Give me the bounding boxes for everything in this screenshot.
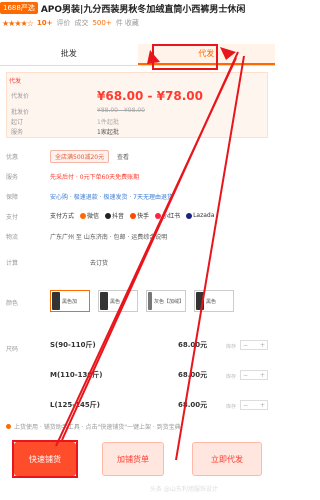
size-price: 68.00元 — [178, 371, 208, 379]
shipping-text[interactable]: 广东广州 至 山东济南 · 包邮 · 运费综合说明 — [50, 232, 167, 241]
product-title: APO男装|九分西装男秋冬加绒直筒小西裤男士休闲 — [40, 4, 246, 15]
guarantee-label: 保障 — [6, 194, 19, 201]
moq-label: 起订 — [11, 119, 24, 126]
payment-method: 微信 — [80, 211, 99, 220]
dropship-now-button[interactable]: 立即代发 — [192, 442, 262, 476]
swatch-label: 黑色加 — [62, 298, 78, 305]
yanxuan-badge: 1688严选 — [0, 2, 38, 14]
sold-count: 500+ — [92, 19, 112, 27]
swatch-thumbnail — [148, 292, 152, 310]
size-row: M(110-130斤) 68.00元 — [50, 368, 270, 382]
sold-label: 成交 — [74, 19, 89, 27]
price-row-label: 代发价 — [11, 93, 30, 100]
stock-label: 库存 — [226, 374, 237, 380]
minus-icon[interactable]: − — [243, 372, 248, 379]
discount-coupon[interactable]: 全店满500减20元 查看 — [50, 150, 129, 163]
purchase-mode-tabs: 批发 代发 — [0, 44, 275, 66]
wholesale-price: ¥88.00 - ¥98.00 — [97, 107, 145, 114]
size-row: S(90-110斤) 68.00元 — [50, 338, 270, 352]
size-price: 68.00元 — [178, 341, 208, 349]
info-icon — [6, 424, 11, 429]
color-label: 颜色 — [6, 300, 19, 307]
stock-label: 库存 — [226, 344, 237, 350]
tab-wholesale[interactable]: 批发 — [0, 44, 138, 65]
size-row: L(125-145斤) 68.00元 — [50, 398, 270, 412]
wholesale-price-label: 批发价 — [11, 109, 30, 116]
pay-later-text[interactable]: 先采后付 · 0元下单60天免费账期 — [50, 172, 139, 181]
swatch-thumbnail — [52, 292, 60, 310]
notice-text[interactable]: 上货使用 · 铺货助手工具 · 点击"快速铺货"一键上架 · 到货宝典 — [14, 422, 181, 431]
service-label: 服务 — [11, 129, 24, 136]
price-tag: 代发 — [9, 78, 22, 85]
order-label: 计算 — [6, 260, 19, 267]
plus-icon[interactable]: + — [260, 342, 265, 349]
size-name: L(125-145斤) — [50, 401, 100, 409]
payment-methods: 支付方式 微信 抖音 快手 小红书 Lazada — [50, 211, 214, 220]
payment-method: 小红书 — [155, 211, 180, 220]
payment-method-label: 抖音 — [112, 213, 125, 220]
payment-method-label: 微信 — [87, 213, 100, 220]
swatch-thumbnail — [196, 292, 204, 310]
shipping-label: 物流 — [6, 234, 19, 241]
color-swatch[interactable]: 黑色加 — [50, 290, 90, 312]
size-name: S(90-110斤) — [50, 341, 96, 349]
service-row-label: 服务 — [6, 174, 19, 181]
guarantee-text[interactable]: 安心购 · 极速退款 · 极速发货 · 7天无理由退货 — [50, 192, 173, 201]
rating-count[interactable]: 10+ — [37, 19, 53, 27]
payment-method-label: 支付方式 — [50, 213, 75, 220]
sold-suffix: 件 收藏 — [115, 19, 139, 27]
swatch-label: 黑色 — [206, 298, 217, 305]
payment-method-label: 小红书 — [162, 213, 181, 220]
size-price: 68.00元 — [178, 401, 208, 409]
color-swatch[interactable]: 黑色 — [194, 290, 234, 312]
minus-icon[interactable]: − — [243, 342, 248, 349]
kuaishou-icon — [130, 212, 137, 219]
price-card: 代发 代发价 ¥68.00 - ¥78.00 批发价 ¥88.00 - ¥98.… — [6, 72, 268, 138]
payment-label: 支付 — [6, 214, 19, 221]
dropship-price: ¥68.00 - ¥78.00 — [97, 89, 203, 103]
color-swatch[interactable]: 灰色【加绒】 — [146, 290, 186, 312]
rating-label: 评价 — [56, 19, 71, 27]
annotation-box-dropship-tab — [152, 44, 218, 70]
service-value: 1家起批 — [97, 129, 119, 136]
add-distribute-list-button[interactable]: 加铺货单 — [102, 442, 164, 476]
stock-label: 库存 — [226, 404, 237, 410]
page: 1688严选 APO男装|九分西装男秋冬加绒直筒小西裤男士休闲 ★★★★☆ 10… — [0, 0, 275, 500]
quantity-stepper[interactable]: − + — [240, 340, 268, 350]
swatch-label: 灰色【加绒】 — [153, 298, 184, 305]
title-row: 1688严选 APO男装|九分西装男秋冬加绒直筒小西裤男士休闲 — [0, 0, 275, 16]
star-rating-icon: ★★★★☆ — [2, 18, 34, 28]
quantity-stepper[interactable]: − + — [240, 370, 268, 380]
plus-icon[interactable]: + — [260, 372, 265, 379]
plus-icon[interactable]: + — [260, 402, 265, 409]
color-swatch[interactable]: 黑色 — [98, 290, 138, 312]
payment-method: 抖音 — [105, 211, 124, 220]
payment-method: 支付方式 — [50, 211, 74, 220]
swatch-thumbnail — [100, 292, 108, 310]
quantity-stepper[interactable]: − + — [240, 400, 268, 410]
color-swatches: 黑色加 黑色 灰色【加绒】 黑色 — [50, 290, 234, 312]
payment-method-label: Lazada — [193, 212, 215, 219]
rating-row: ★★★★☆ 10+ 评价 成交 500+ 件 收藏 — [2, 17, 139, 29]
minus-icon[interactable]: − — [243, 402, 248, 409]
swatch-label: 黑色 — [110, 298, 121, 305]
order-link[interactable]: 去订货 — [90, 258, 108, 267]
dropship-notice: 上货使用 · 铺货助手工具 · 点击"快速铺货"一键上架 · 到货宝典 — [6, 422, 181, 431]
lazada-icon — [186, 212, 193, 219]
size-label: 尺码 — [6, 346, 19, 353]
payment-method: 快手 — [130, 211, 149, 220]
watermark: 头条 @山东利旭服饰设计 — [150, 486, 218, 493]
size-name: M(110-130斤) — [50, 371, 103, 379]
discount-more-link[interactable]: 查看 — [117, 154, 129, 161]
xiaohongshu-icon — [155, 212, 162, 219]
taobao-icon — [80, 212, 87, 219]
payment-method-label: 快手 — [137, 213, 150, 220]
moq-value: 1件起批 — [97, 119, 119, 126]
discount-label: 优惠 — [6, 154, 19, 161]
discount-pill: 全店满500减20元 — [50, 150, 110, 163]
douyin-icon — [105, 212, 112, 219]
payment-method: Lazada — [186, 211, 214, 220]
annotation-box-quick-distribute — [12, 440, 78, 478]
